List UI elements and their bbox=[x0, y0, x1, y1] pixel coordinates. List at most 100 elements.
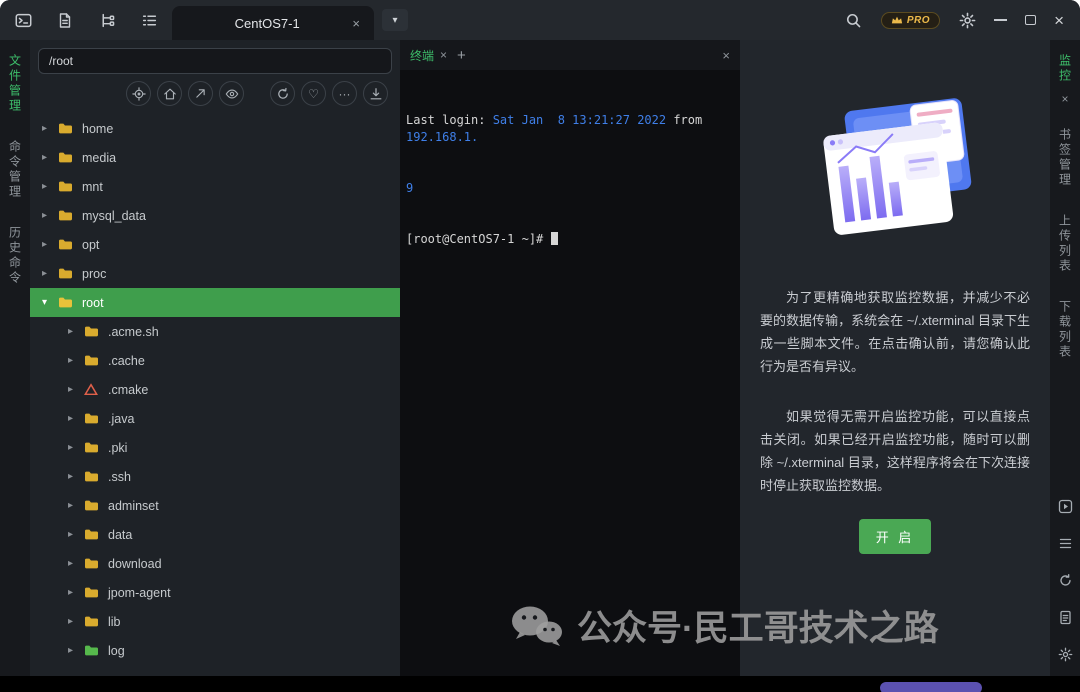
file-toolbar: ♡ ··· bbox=[30, 76, 400, 114]
chevron-right-icon[interactable] bbox=[68, 326, 84, 337]
tree-item-mnt[interactable]: mnt bbox=[30, 172, 400, 201]
task-list-icon[interactable] bbox=[1057, 535, 1073, 551]
list-icon[interactable] bbox=[140, 11, 158, 29]
monitor-illustration bbox=[800, 92, 990, 260]
jump-arrow-icon[interactable] bbox=[188, 81, 213, 106]
eye-icon[interactable] bbox=[219, 81, 244, 106]
folder-icon bbox=[84, 354, 104, 367]
terminal-window-icon[interactable] bbox=[14, 11, 32, 29]
terminal-tab[interactable]: 终端 × bbox=[410, 47, 447, 64]
chevron-right-icon[interactable] bbox=[68, 500, 84, 511]
tree-item-root[interactable]: root bbox=[30, 288, 400, 317]
gear-icon[interactable] bbox=[1057, 646, 1073, 662]
folder-icon bbox=[84, 557, 104, 570]
chevron-right-icon[interactable] bbox=[68, 442, 84, 453]
terminal-text: 192.168.1. bbox=[406, 130, 478, 144]
terminal-line: Last login: Sat Jan 8 13:21:27 2022 from… bbox=[406, 112, 734, 146]
sync-icon[interactable] bbox=[1057, 572, 1073, 588]
more-icon[interactable]: ··· bbox=[332, 81, 357, 106]
tree-item-cache[interactable]: .cache bbox=[30, 346, 400, 375]
enable-monitor-button[interactable]: 开 启 bbox=[859, 519, 932, 554]
favorite-heart-icon[interactable]: ♡ bbox=[301, 81, 326, 106]
tree-item-adminset[interactable]: adminset bbox=[30, 491, 400, 520]
settings-gear-icon[interactable] bbox=[958, 11, 976, 29]
run-box-icon[interactable] bbox=[1057, 498, 1073, 514]
terminal-prompt-line: [root@CentOS7-1 ~]# bbox=[406, 231, 734, 248]
tree-item-java[interactable]: .java bbox=[30, 404, 400, 433]
search-icon[interactable] bbox=[845, 11, 863, 29]
chevron-right-icon[interactable] bbox=[68, 355, 84, 366]
tree-item-opt[interactable]: opt bbox=[30, 230, 400, 259]
locate-icon[interactable] bbox=[126, 81, 151, 106]
tree-item-lib[interactable]: lib bbox=[30, 607, 400, 636]
terminal-panel-close-icon[interactable]: × bbox=[722, 48, 730, 63]
chevron-right-icon[interactable] bbox=[42, 239, 58, 250]
tree-item-label: .cmake bbox=[108, 383, 148, 397]
terminal-text: [root@CentOS7-1 ~]# bbox=[406, 232, 551, 246]
rail-item-upload-list[interactable]: 上传列表 bbox=[1057, 214, 1074, 274]
terminal-tab-label: 终端 bbox=[410, 47, 434, 64]
chevron-right-icon[interactable] bbox=[68, 587, 84, 598]
crown-icon bbox=[891, 15, 903, 25]
session-tab-centos7-1[interactable]: CentOS7-1 × bbox=[172, 6, 374, 40]
window-close-button[interactable]: × bbox=[1054, 12, 1064, 29]
tree-item-jpom-agent[interactable]: jpom-agent bbox=[30, 578, 400, 607]
refresh-icon[interactable] bbox=[270, 81, 295, 106]
session-dropdown-button[interactable]: ▾ bbox=[382, 9, 408, 31]
minimize-button[interactable] bbox=[994, 19, 1007, 21]
folder-icon bbox=[84, 644, 104, 657]
pro-badge-label: PRO bbox=[907, 15, 930, 26]
download-icon[interactable] bbox=[363, 81, 388, 106]
chevron-right-icon[interactable] bbox=[68, 616, 84, 627]
cmake-icon bbox=[84, 383, 104, 396]
pro-badge[interactable]: PRO bbox=[881, 12, 940, 29]
chevron-right-icon[interactable] bbox=[68, 558, 84, 569]
chevron-down-icon[interactable] bbox=[42, 297, 58, 308]
folder-icon bbox=[58, 151, 78, 164]
document-icon[interactable] bbox=[1057, 609, 1073, 625]
path-input[interactable] bbox=[38, 48, 392, 74]
tree-item-media[interactable]: media bbox=[30, 143, 400, 172]
rail-item-file-manager[interactable]: 文件管理 bbox=[7, 54, 24, 114]
chevron-right-icon[interactable] bbox=[68, 413, 84, 424]
tree-item-label: proc bbox=[82, 267, 106, 281]
tree-item-log[interactable]: log bbox=[30, 636, 400, 665]
chevron-right-icon[interactable] bbox=[68, 645, 84, 656]
rail-item-history-commands[interactable]: 历史命令 bbox=[7, 226, 24, 286]
notes-icon[interactable] bbox=[56, 11, 74, 29]
terminal-tab-close-icon[interactable]: × bbox=[440, 48, 447, 62]
chevron-right-icon[interactable] bbox=[42, 210, 58, 221]
chevron-right-icon[interactable] bbox=[68, 384, 84, 395]
terminal-text: 9 bbox=[406, 181, 413, 195]
tree-item-pki[interactable]: .pki bbox=[30, 433, 400, 462]
tree-item-mysql-data[interactable]: mysql_data bbox=[30, 201, 400, 230]
chevron-right-icon[interactable] bbox=[42, 268, 58, 279]
quick-command-icon[interactable] bbox=[410, 652, 424, 666]
rail-item-monitor[interactable]: 监控 bbox=[1057, 54, 1074, 84]
tree-item-acme-sh[interactable]: .acme.sh bbox=[30, 317, 400, 346]
tree-item-download[interactable]: download bbox=[30, 549, 400, 578]
tree-item-label: log bbox=[108, 644, 125, 658]
folder-icon bbox=[84, 441, 104, 454]
maximize-button[interactable] bbox=[1025, 15, 1036, 25]
terminal-body[interactable]: Last login: Sat Jan 8 13:21:27 2022 from… bbox=[400, 70, 740, 676]
rail-item-bookmark-manager[interactable]: 书签管理 bbox=[1057, 128, 1074, 188]
rail-item-command-manager[interactable]: 命令管理 bbox=[7, 140, 24, 200]
chevron-right-icon[interactable] bbox=[68, 471, 84, 482]
tree-item-cmake[interactable]: .cmake bbox=[30, 375, 400, 404]
tree-item-home[interactable]: home bbox=[30, 114, 400, 143]
home-icon[interactable] bbox=[157, 81, 182, 106]
tree-item-proc[interactable]: proc bbox=[30, 259, 400, 288]
session-tab-close-icon[interactable]: × bbox=[350, 16, 362, 31]
new-terminal-tab-icon[interactable]: + bbox=[457, 47, 466, 64]
monitor-close-icon[interactable]: × bbox=[1061, 92, 1068, 106]
rail-item-download-list[interactable]: 下载列表 bbox=[1057, 300, 1074, 360]
chevron-right-icon[interactable] bbox=[42, 123, 58, 134]
chevron-right-icon[interactable] bbox=[68, 529, 84, 540]
bottom-right-badge bbox=[880, 682, 982, 692]
chevron-right-icon[interactable] bbox=[42, 152, 58, 163]
tree-item-ssh[interactable]: .ssh bbox=[30, 462, 400, 491]
split-layout-icon[interactable] bbox=[98, 11, 116, 29]
tree-item-data[interactable]: data bbox=[30, 520, 400, 549]
chevron-right-icon[interactable] bbox=[42, 181, 58, 192]
